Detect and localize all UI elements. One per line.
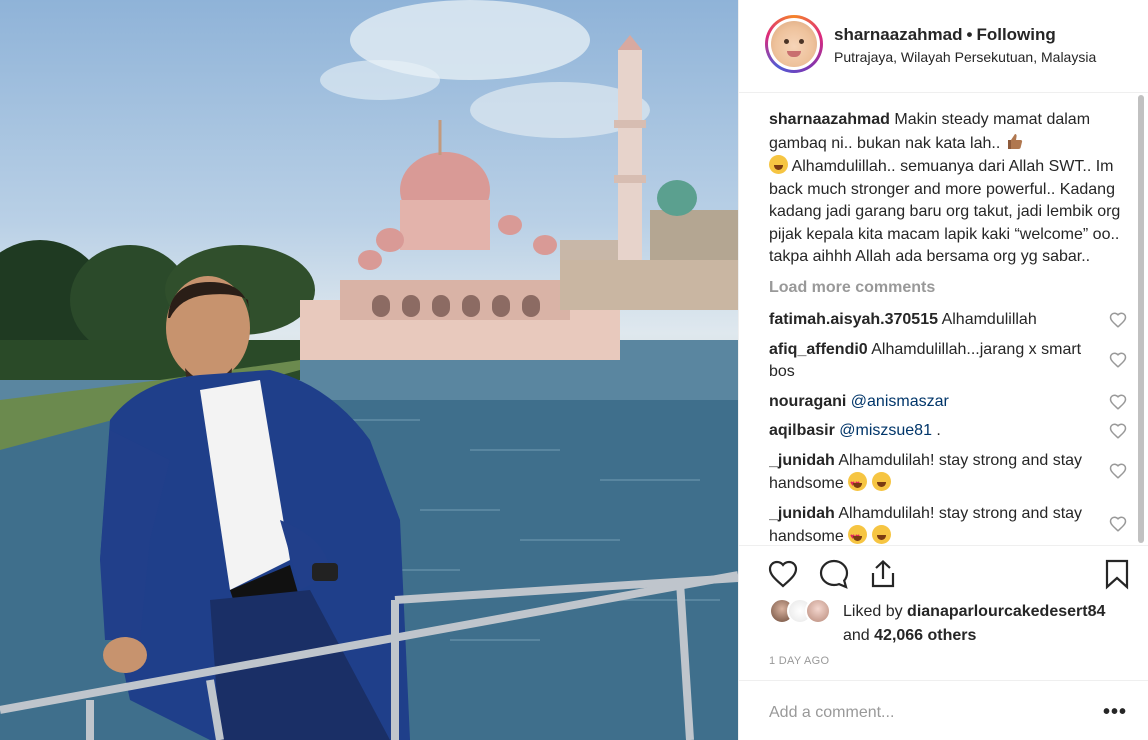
comment-text: Alhamdulillah [938, 311, 1037, 328]
comment-text: . [931, 422, 941, 439]
heart-icon[interactable] [767, 558, 799, 590]
comment-username[interactable]: _junidah [769, 452, 835, 469]
header-separator: • [966, 25, 973, 44]
comment-like-heart-icon[interactable] [1109, 515, 1127, 533]
liker-username[interactable]: dianaparlourcakedesert84 [907, 603, 1105, 620]
likes-and: and [843, 627, 875, 644]
add-comment-input[interactable] [769, 701, 1069, 725]
comment-username[interactable]: afiq_affendi0 [769, 341, 868, 358]
avatar-face [771, 21, 817, 67]
photo-scene [0, 0, 738, 740]
header-username[interactable]: sharnaazahmad [834, 25, 963, 44]
comment-row: aqilbasir @miszsue81 . [769, 420, 1129, 443]
avatar-image [768, 18, 820, 70]
comment-like-heart-icon[interactable] [1109, 462, 1127, 480]
comment-username[interactable]: nouragani [769, 393, 846, 410]
following-button[interactable]: Following [976, 25, 1055, 44]
comment-like-heart-icon[interactable] [1109, 422, 1127, 440]
comment-row: _junidah Alhamdulilah! stay strong and s… [769, 503, 1129, 545]
likes-text: Liked by dianaparlourcakedesert84 and 42… [843, 600, 1105, 648]
likes-prefix: Liked by [843, 603, 908, 620]
header-user-line: sharnaazahmad • Following [834, 25, 1056, 45]
post-photo[interactable] [0, 0, 738, 740]
share-icon[interactable] [867, 558, 899, 590]
comments-list[interactable]: sharnaazahmad Makin steady mamat dalam g… [769, 109, 1129, 545]
laughing-emoji-icon [871, 525, 891, 544]
comment-like-heart-icon[interactable] [1109, 311, 1127, 329]
comment-username[interactable]: _junidah [769, 505, 835, 522]
comment-username[interactable]: aqilbasir [769, 422, 835, 439]
load-more-comments-button[interactable]: Load more comments [769, 277, 1129, 300]
caption-text-2: Alhamdulillah.. semuanya dari Allah SWT.… [769, 158, 1121, 265]
comment-row: afiq_affendi0 Alhamdulillah...jarang x s… [769, 339, 1129, 384]
thumbs-up-emoji-icon [1005, 132, 1024, 151]
laughing-emoji-icon [769, 155, 788, 174]
comment-row: nouragani @anismaszar [769, 391, 1129, 414]
likes-summary: Liked by dianaparlourcakedesert84 and 42… [769, 598, 1139, 648]
caption-username[interactable]: sharnaazahmad [769, 111, 890, 128]
comment-like-heart-icon[interactable] [1109, 351, 1127, 369]
comments-scrollbar[interactable] [1137, 95, 1145, 545]
laughing-emoji-icon [871, 472, 891, 491]
comment-mention[interactable]: @miszsue81 [835, 422, 932, 439]
post-timestamp[interactable]: 1 DAY AGO [769, 655, 829, 667]
comment-row: fatimah.aisyah.370515 Alhamdulillah [769, 309, 1129, 332]
location-link[interactable]: Putrajaya, Wilayah Persekutuan, Malaysia [834, 49, 1096, 65]
bookmark-icon[interactable] [1101, 558, 1133, 590]
profile-avatar[interactable] [765, 15, 823, 73]
heart-eyes-emoji-icon [848, 472, 868, 496]
scrollbar-thumb[interactable] [1138, 95, 1144, 543]
comment-row: _junidah Alhamdulilah! stay strong and s… [769, 450, 1129, 496]
add-comment-bar: ••• [739, 680, 1148, 740]
post-side-panel: sharnaazahmad • Following Putrajaya, Wilay… [738, 0, 1148, 740]
comment-mention[interactable]: @anismaszar [846, 393, 949, 410]
liker-avatar[interactable] [805, 598, 831, 624]
comment-like-heart-icon[interactable] [1109, 393, 1127, 411]
comment-username[interactable]: fatimah.aisyah.370515 [769, 311, 938, 328]
heart-eyes-emoji-icon [848, 525, 868, 545]
post-header: sharnaazahmad • Following Putrajaya, Wilay… [739, 0, 1148, 93]
likes-count-link[interactable]: 42,066 others [874, 627, 976, 644]
more-options-button[interactable]: ••• [1103, 701, 1127, 724]
comment-icon[interactable] [818, 558, 850, 590]
caption: sharnaazahmad Makin steady mamat dalam g… [769, 109, 1129, 269]
